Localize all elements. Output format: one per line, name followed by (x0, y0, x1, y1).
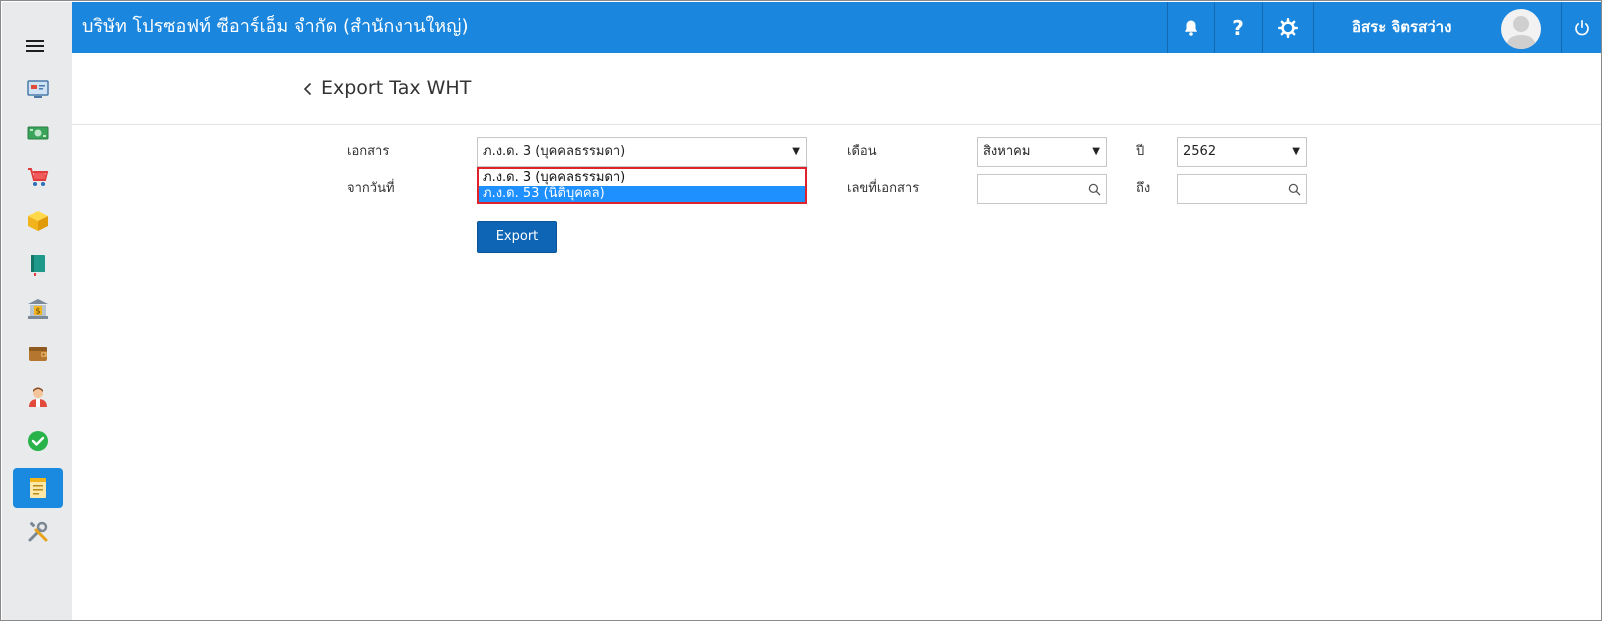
tools-icon (28, 521, 48, 542)
gear-icon (1278, 17, 1298, 38)
page-title: Export Tax WHT (321, 77, 472, 99)
sidebar-item-settings-tools[interactable] (13, 512, 63, 552)
bell-icon (1185, 20, 1197, 36)
user-name[interactable]: อิสระ จิตรสว่าง (1352, 17, 1451, 37)
document-select[interactable]: ภ.ง.ด. 3 (บุคคลธรรมดา) ▼ (477, 137, 807, 167)
person-icon (29, 387, 47, 407)
app-window: $ บริษัท โปรซอฟท์ ซีอาร์เอ็ม จำกัด (สำนั… (0, 0, 1602, 621)
export-button[interactable]: Export (477, 221, 557, 253)
caret-down-icon: ▼ (1092, 146, 1100, 157)
sidebar-item-approve[interactable] (13, 421, 63, 461)
month-select-value: สิงหาคม (983, 144, 1031, 159)
sidebar-item-tax[interactable] (13, 468, 63, 508)
money-icon (27, 126, 49, 140)
sidebar-item-wallet[interactable] (13, 333, 63, 373)
sidebar-item-bank[interactable]: $ (13, 289, 63, 329)
sidebar-item-money[interactable] (13, 113, 63, 153)
logout-button[interactable] (1562, 2, 1601, 53)
doc-no-to-field (1177, 174, 1307, 204)
hamburger-menu-icon[interactable] (26, 37, 46, 53)
sidebar-item-inventory[interactable] (13, 201, 63, 241)
caret-down-icon: ▼ (1292, 146, 1300, 157)
doc-no-to-input[interactable] (1178, 175, 1306, 203)
help-icon: ? (1232, 15, 1244, 40)
user-avatar-icon (1506, 16, 1536, 49)
month-label: เดือน (847, 144, 877, 159)
doc-no-from-field (977, 174, 1107, 204)
wallet-icon (29, 347, 47, 361)
check-circle-icon (28, 431, 48, 451)
top-bar: บริษัท โปรซอฟท์ ซีอาร์เอ็ม จำกัด (สำนักง… (72, 2, 1601, 53)
document-label: เอกสาร (347, 144, 390, 159)
dropdown-option-pnd3[interactable]: ภ.ง.ด. 3 (บุคคลธรรมดา) (479, 170, 805, 186)
year-select-value: 2562 (1183, 144, 1217, 159)
caret-down-icon: ▼ (792, 146, 800, 157)
shopping-cart-icon (28, 168, 49, 186)
ledger-book-icon (31, 255, 45, 276)
settings-button[interactable] (1263, 2, 1313, 53)
document-select-value: ภ.ง.ด. 3 (บุคคลธรรมดา) (483, 144, 626, 159)
tax-report-icon (30, 478, 46, 498)
dashboard-icon (27, 80, 49, 98)
notification-button[interactable] (1168, 2, 1214, 53)
sidebar-item-hr[interactable] (13, 377, 63, 417)
dropdown-option-pnd53[interactable]: ภ.ง.ด. 53 (นิติบุคคล) (479, 186, 805, 202)
sidebar-item-sales[interactable] (13, 157, 63, 197)
year-label: ปี (1136, 144, 1145, 159)
company-name: บริษัท โปรซอฟท์ ซีอาร์เอ็ม จำกัด (สำนักง… (82, 16, 469, 37)
search-icon[interactable] (1088, 183, 1101, 196)
from-date-label: จากวันที่ (347, 181, 395, 196)
svg-text:$: $ (35, 307, 40, 316)
year-select[interactable]: 2562 ▼ (1177, 137, 1307, 167)
sidebar-item-dashboard[interactable] (13, 69, 63, 109)
doc-no-label: เลขที่เอกสาร (847, 181, 920, 196)
doc-no-from-input[interactable] (978, 175, 1106, 203)
month-select[interactable]: สิงหาคม ▼ (977, 137, 1107, 167)
page-header: Export Tax WHT (72, 53, 1601, 125)
help-button[interactable]: ? (1215, 2, 1261, 53)
sidebar-item-ledger[interactable] (13, 245, 63, 285)
document-dropdown-list: ภ.ง.ด. 3 (บุคคลธรรมดา) ภ.ง.ด. 53 (นิติบุ… (477, 167, 807, 204)
avatar[interactable] (1501, 9, 1541, 49)
to-label: ถึง (1136, 181, 1151, 196)
sidebar: $ (2, 2, 72, 620)
power-icon (1575, 19, 1589, 35)
chevron-left-icon[interactable] (300, 81, 316, 97)
box-icon (28, 211, 48, 231)
search-icon[interactable] (1288, 183, 1301, 196)
bank-icon: $ (28, 299, 48, 319)
